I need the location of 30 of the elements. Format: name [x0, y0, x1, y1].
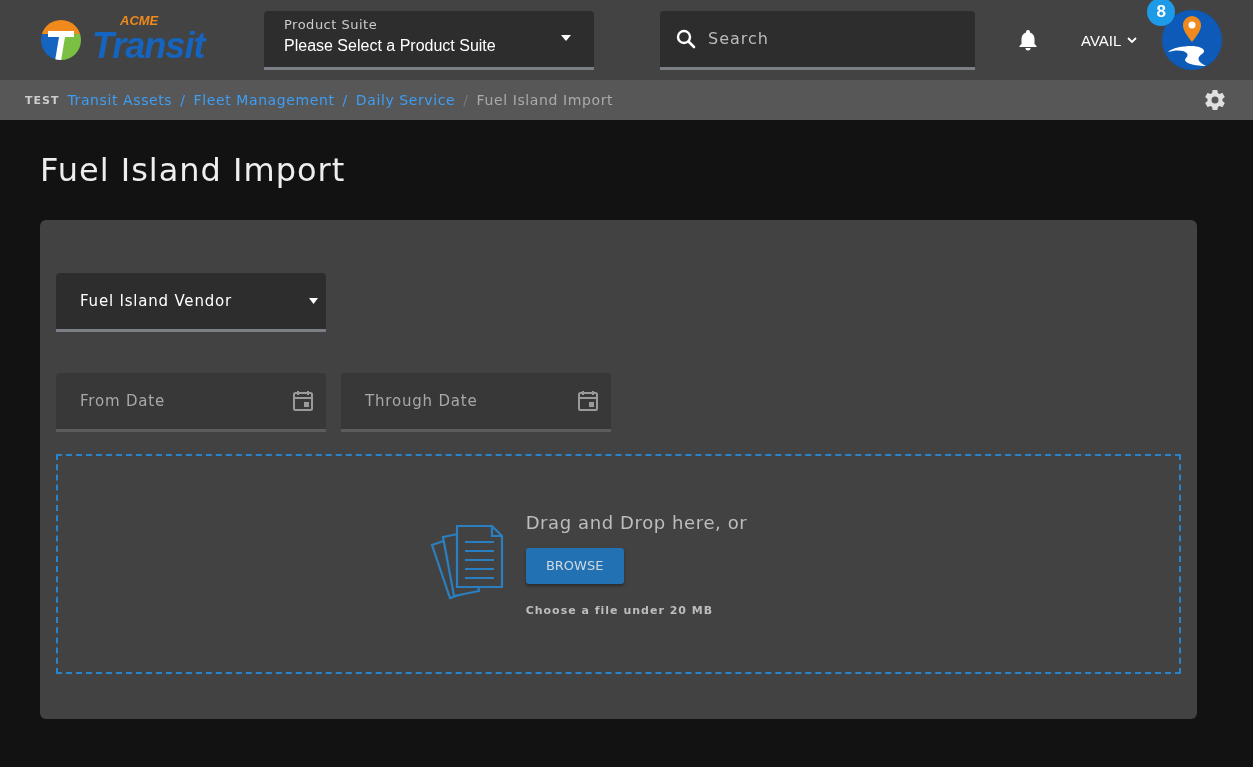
caret-icon [561, 34, 571, 41]
caret-icon [309, 298, 318, 304]
breadcrumb-separator: / [342, 92, 348, 108]
search-field[interactable]: Search [660, 10, 975, 70]
calendar-icon[interactable] [292, 390, 314, 412]
user-menu[interactable]: AVAIL [1081, 31, 1138, 49]
logo-wordmark: Transit [92, 25, 205, 67]
notification-badge: 8 [1147, 0, 1176, 26]
breadcrumb-current: Fuel Island Import [476, 92, 614, 108]
browse-button[interactable]: BROWSE [525, 547, 624, 584]
date-field[interactable]: From Date [56, 373, 326, 432]
date-field[interactable]: Through Date [341, 373, 611, 432]
page-title: Fuel Island Import [40, 150, 347, 191]
settings-icon[interactable] [1203, 88, 1227, 112]
select-value: Please Select a Product Suite [284, 36, 496, 55]
file-size-hint: Choose a file under 20 MB [525, 603, 714, 617]
chevron-icon [1127, 36, 1138, 44]
logo-icon [40, 19, 82, 61]
environment-label: TEST [25, 93, 60, 107]
file-dropzone[interactable]: Drag and Drop here, or BROWSE Choose a file under 20 MB [56, 454, 1181, 674]
calendar-icon[interactable] [577, 390, 599, 412]
breadcrumb-separator: / [463, 92, 469, 108]
select-label: Product Suite [284, 16, 379, 32]
product-suite-select[interactable]: Product Suite Please Select a Product Suite [264, 10, 594, 70]
bell-icon[interactable] [1018, 29, 1038, 51]
search-icon [676, 28, 696, 49]
drop-prompt: Drag and Drop here, or [525, 511, 748, 533]
breadcrumb-separator: / [180, 92, 186, 108]
logo-tagline: ACME [120, 13, 160, 28]
vendor-select[interactable]: Fuel Island Vendor [56, 273, 326, 332]
